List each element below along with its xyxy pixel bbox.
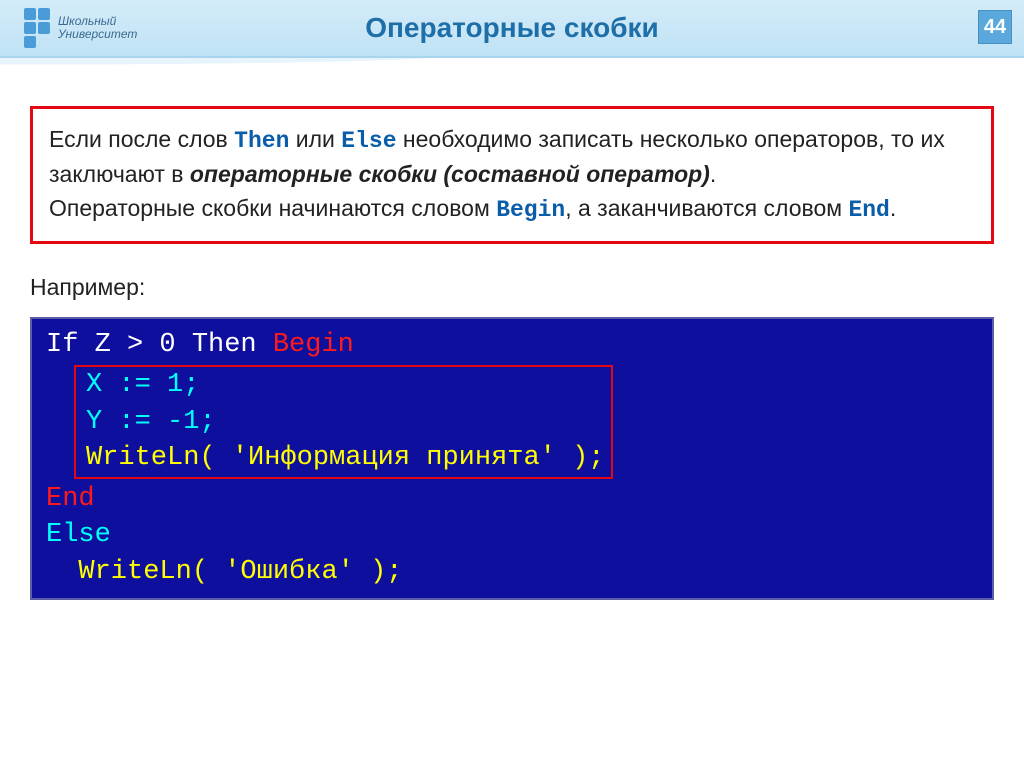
highlighted-block: X := 1; Y := -1; WriteLn( 'Информация пр… [74, 365, 613, 478]
keyword-begin: Begin [496, 197, 565, 223]
bold-term: операторные скобки (составной оператор) [190, 161, 710, 187]
code-cond: Z > 0 [95, 330, 192, 360]
info-text: Если после слов [49, 126, 234, 152]
code-arg: 'Информация принята' [232, 443, 572, 473]
code-arg: 'Ошибка' [224, 557, 370, 587]
code-indent [46, 557, 78, 587]
code-stmt: Y := -1; [86, 407, 216, 437]
keyword-end: End [848, 197, 889, 223]
keyword-then: Then [234, 128, 289, 154]
code-proc: WriteLn( [86, 443, 232, 473]
code-box: If Z > 0 Then Begin X := 1; Y := -1; Wri… [30, 317, 994, 600]
logo-text: Школьный Университет [58, 15, 137, 41]
info-text: Операторные скобки начинаются словом [49, 195, 496, 221]
page-number: 44 [978, 10, 1012, 44]
example-label: Например: [30, 274, 994, 301]
logo-line2: Университет [58, 28, 137, 41]
info-text: , а заканчиваются словом [565, 195, 848, 221]
kw-begin: Begin [273, 330, 354, 360]
keyword-else: Else [341, 128, 396, 154]
logo-icon [10, 8, 50, 48]
header-bar: Школьный Университет Операторные скобки … [0, 0, 1024, 58]
logo: Школьный Университет [0, 8, 137, 48]
code-close: ); [572, 443, 604, 473]
kw-end: End [46, 484, 95, 514]
info-text: . [710, 161, 716, 187]
header-divider [0, 56, 1024, 76]
kw-else: Else [46, 520, 111, 550]
code-proc: WriteLn( [78, 557, 224, 587]
info-text: или [289, 126, 341, 152]
kw-then: Then [192, 330, 273, 360]
info-box: Если после слов Then или Else необходимо… [30, 106, 994, 244]
kw-if: If [46, 330, 95, 360]
page-title: Операторные скобки [365, 12, 659, 44]
code-line-1: If Z > 0 Then Begin [46, 327, 978, 363]
code-stmt: X := 1; [86, 370, 199, 400]
info-text: . [890, 195, 896, 221]
code-close: ); [370, 557, 402, 587]
content-area: Если после слов Then или Else необходимо… [0, 76, 1024, 600]
